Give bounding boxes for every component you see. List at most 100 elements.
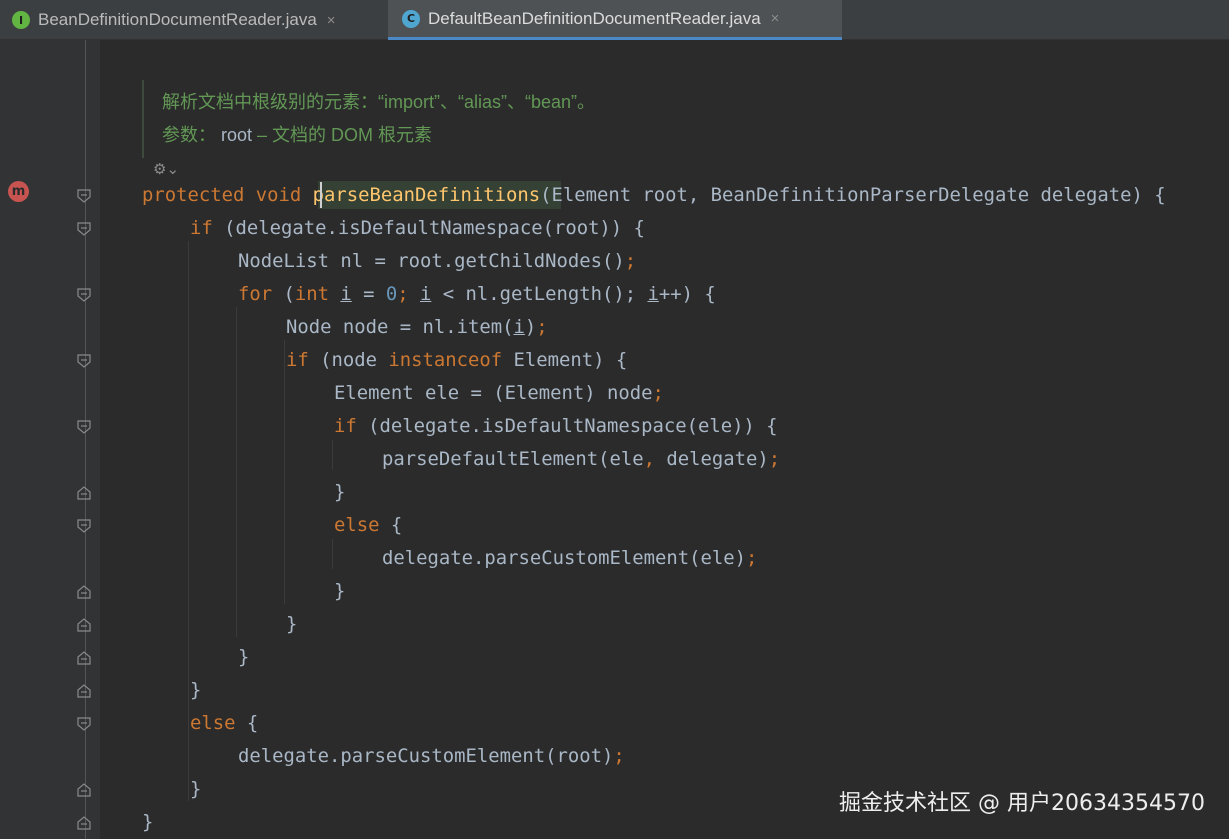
code-text: }	[238, 646, 250, 668]
code-line[interactable]: else {	[190, 709, 258, 737]
close-icon[interactable]: ×	[771, 10, 780, 27]
keyword: protected	[142, 184, 245, 206]
code-line[interactable]: for (int i = 0; i < nl.getLength(); i++)…	[238, 280, 716, 308]
tab-label: BeanDefinitionDocumentReader.java	[38, 10, 317, 29]
loop-variable: i	[513, 316, 525, 338]
fold-icon[interactable]	[77, 420, 91, 434]
close-icon[interactable]: ×	[327, 12, 336, 29]
code-line[interactable]: Element ele = (Element) node;	[334, 379, 664, 407]
code-text: ++) {	[658, 283, 716, 305]
code-line[interactable]: Node node = nl.item(i);	[286, 313, 548, 341]
fold-icon[interactable]	[77, 354, 91, 368]
keyword: else	[190, 712, 236, 734]
code-line[interactable]: delegate.parseCustomElement(root);	[238, 742, 625, 770]
code-text: < nl.getLength();	[431, 283, 648, 305]
keyword: int	[294, 283, 329, 305]
param-description: – 文档的 DOM 根元素	[252, 125, 433, 145]
fold-icon[interactable]	[77, 717, 91, 731]
code-line[interactable]: }	[334, 478, 345, 506]
semicolon: ;	[768, 448, 781, 470]
comma: ,	[643, 448, 655, 470]
fold-end-icon[interactable]	[77, 618, 91, 632]
loop-variable: i	[420, 283, 432, 305]
code-line[interactable]: }	[190, 676, 201, 704]
code-text: delegate)	[654, 448, 769, 470]
loop-variable: i	[340, 283, 352, 305]
semicolon: ;	[536, 316, 548, 338]
fold-end-icon[interactable]	[77, 585, 91, 599]
code-text: (node	[308, 349, 389, 371]
indent-guide	[332, 539, 333, 569]
fold-icon[interactable]	[77, 222, 91, 236]
doc-comment-description: 解析文档中根级别的元素：“import”、“alias”、“bean”。	[162, 92, 596, 112]
semicolon: ;	[613, 745, 625, 767]
code-line[interactable]: if (delegate.isDefaultNamespace(root)) {	[190, 214, 645, 242]
code-text: delegate.parseCustomElement(root)	[238, 745, 614, 767]
code-line[interactable]: if (node instanceof Element) {	[286, 346, 627, 374]
fold-icon[interactable]	[77, 288, 91, 302]
param-label: 参数：	[162, 125, 216, 145]
code-line[interactable]: }	[190, 775, 201, 803]
indent-guide	[332, 440, 333, 470]
reader-mode-icon[interactable]: ⚙⌄	[153, 160, 179, 178]
keyword: void	[255, 184, 302, 206]
code-text: }	[286, 613, 298, 635]
override-method-icon[interactable]: m	[8, 181, 29, 202]
method-name: parseBeanDefinitions	[312, 184, 541, 206]
code-text: }	[334, 481, 346, 503]
code-text: {	[379, 514, 403, 536]
code-line[interactable]: NodeList nl = root.getChildNodes();	[238, 247, 636, 275]
code-text: NodeList nl = root.getChildNodes()	[238, 250, 625, 272]
keyword: for	[238, 283, 273, 305]
code-line[interactable]: parseDefaultElement(ele, delegate);	[382, 445, 780, 473]
indent-guide	[284, 340, 285, 604]
code-line[interactable]: }	[334, 577, 345, 605]
fold-end-icon[interactable]	[77, 816, 91, 830]
fold-end-icon[interactable]	[77, 783, 91, 797]
doc-comment-param: 参数： root – 文档的 DOM 根元素	[162, 121, 432, 147]
code-line[interactable]: }	[286, 610, 297, 638]
code-text: }	[142, 811, 154, 833]
code-text: Element ele = (Element) node	[334, 382, 653, 404]
class-icon: C	[402, 9, 420, 28]
code-text: )	[524, 316, 537, 338]
code-text: (delegate.isDefaultNamespace(root)) {	[212, 217, 645, 239]
keyword: else	[334, 514, 380, 536]
tab-default-bean-definition-document-reader[interactable]: C DefaultBeanDefinitionDocumentReader.ja…	[388, 0, 842, 40]
code-line[interactable]: if (delegate.isDefaultNamespace(ele)) {	[334, 412, 778, 440]
text-cursor	[320, 182, 322, 208]
code-text: parseDefaultElement(ele	[382, 448, 644, 470]
indent-guide	[188, 241, 189, 801]
code-line[interactable]: delegate.parseCustomElement(ele);	[382, 544, 757, 572]
keyword: instanceof	[388, 349, 503, 371]
fold-end-icon[interactable]	[77, 684, 91, 698]
code-text: =	[351, 283, 386, 305]
code-text: (Element root, BeanDefinitionParserDeleg…	[540, 184, 1166, 206]
editor-tab-bar: I BeanDefinitionDocumentReader.java × C …	[0, 0, 1229, 40]
code-text: }	[190, 778, 202, 800]
doc-comment-bar	[142, 80, 144, 158]
loop-variable: i	[647, 283, 659, 305]
code-text: Node node = nl.item(	[286, 316, 514, 338]
fold-icon[interactable]	[77, 189, 91, 203]
tab-label: DefaultBeanDefinitionDocumentReader.java	[428, 8, 761, 28]
fold-end-icon[interactable]	[77, 651, 91, 665]
keyword: if	[286, 349, 309, 371]
code-line[interactable]: protected void parseBeanDefinitions(Elem…	[142, 181, 1166, 209]
code-text: {	[235, 712, 259, 734]
code-text: }	[334, 580, 346, 602]
code-line[interactable]: }	[142, 808, 153, 836]
tab-bean-definition-document-reader[interactable]: I BeanDefinitionDocumentReader.java ×	[0, 0, 386, 40]
semicolon: ;	[652, 382, 664, 404]
code-text: (	[272, 283, 295, 305]
param-name: root	[221, 125, 253, 145]
fold-end-icon[interactable]	[77, 486, 91, 500]
code-line[interactable]: else {	[334, 511, 402, 539]
fold-icon[interactable]	[77, 519, 91, 533]
code-text: Element) {	[502, 349, 628, 371]
indent-guide	[236, 307, 237, 637]
code-text: (delegate.isDefaultNamespace(ele)) {	[356, 415, 778, 437]
code-text: }	[190, 679, 202, 701]
code-line[interactable]: }	[238, 643, 249, 671]
semicolon: ;	[624, 250, 637, 272]
